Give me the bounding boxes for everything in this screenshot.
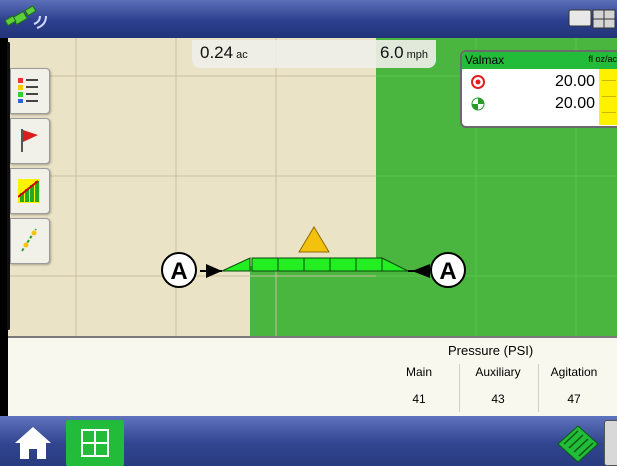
rate-bar-indicator xyxy=(599,69,617,125)
area-counter: 0.24 ac xyxy=(200,43,248,62)
tab-flags[interactable] xyxy=(10,118,50,164)
pressure-main-value: 41 xyxy=(412,392,426,406)
boom-sections xyxy=(251,257,383,272)
map-view-button[interactable] xyxy=(66,420,124,466)
pressure-panel: Pressure (PSI) Main 41 Auxiliary 43 Agit… xyxy=(8,336,617,418)
tab-guidance[interactable] xyxy=(10,218,50,264)
pressure-auxiliary: Auxiliary 43 xyxy=(463,365,533,406)
actual-rate-value: 20.00 xyxy=(554,95,595,112)
divider xyxy=(459,364,460,412)
speed-readout: 6.0 mph xyxy=(379,43,428,62)
pressure-title: Pressure (PSI) xyxy=(448,343,534,358)
rate-unit: fl oz/ac xyxy=(588,54,617,64)
map-grid-icon xyxy=(81,429,109,457)
pressure-agitation: Agitation 47 xyxy=(539,365,609,406)
target-rate-row[interactable]: 20.00 xyxy=(462,72,617,92)
pressure-agitation-value: 47 xyxy=(567,392,581,406)
bar-chart-icon xyxy=(18,179,40,203)
top-status-bar xyxy=(0,0,617,38)
actual-rate-row: 20.00 xyxy=(462,94,617,114)
boom-left-end-marker: A xyxy=(161,252,197,288)
flag-icon xyxy=(21,129,38,152)
pressure-auxiliary-label: Auxiliary xyxy=(475,365,521,379)
product-name: Valmax xyxy=(465,53,505,67)
boom-left-wing xyxy=(221,257,251,272)
target-icon xyxy=(471,75,485,89)
pressure-main: Main 41 xyxy=(384,365,454,406)
actual-rate-icon xyxy=(471,97,485,111)
tab-chart[interactable] xyxy=(10,168,50,214)
gps-satellite-icon[interactable] xyxy=(4,4,50,34)
product-rate-panel[interactable]: Valmax fl oz/ac 20.00 20.00 xyxy=(460,50,617,128)
layers-list-icon xyxy=(18,78,38,103)
vehicle-heading-icon xyxy=(298,226,330,253)
right-panel-handle[interactable] xyxy=(604,420,617,466)
area-speed-readout: 0.24 ac 6.0 mph xyxy=(192,40,436,68)
field-operation-icon[interactable] xyxy=(556,420,600,464)
target-rate-value: 20.00 xyxy=(554,73,595,90)
pressure-auxiliary-value: 43 xyxy=(491,392,505,406)
home-icon[interactable] xyxy=(12,424,54,462)
pressure-agitation-label: Agitation xyxy=(550,365,598,379)
pressure-main-label: Main xyxy=(405,365,432,379)
display-config-icon[interactable] xyxy=(567,6,617,32)
boom-right-end-marker: A xyxy=(430,252,466,288)
tab-layers[interactable] xyxy=(10,68,50,114)
bottom-nav-bar xyxy=(0,416,617,466)
product-header: Valmax fl oz/ac xyxy=(462,52,617,69)
guidance-line-icon xyxy=(21,228,37,252)
